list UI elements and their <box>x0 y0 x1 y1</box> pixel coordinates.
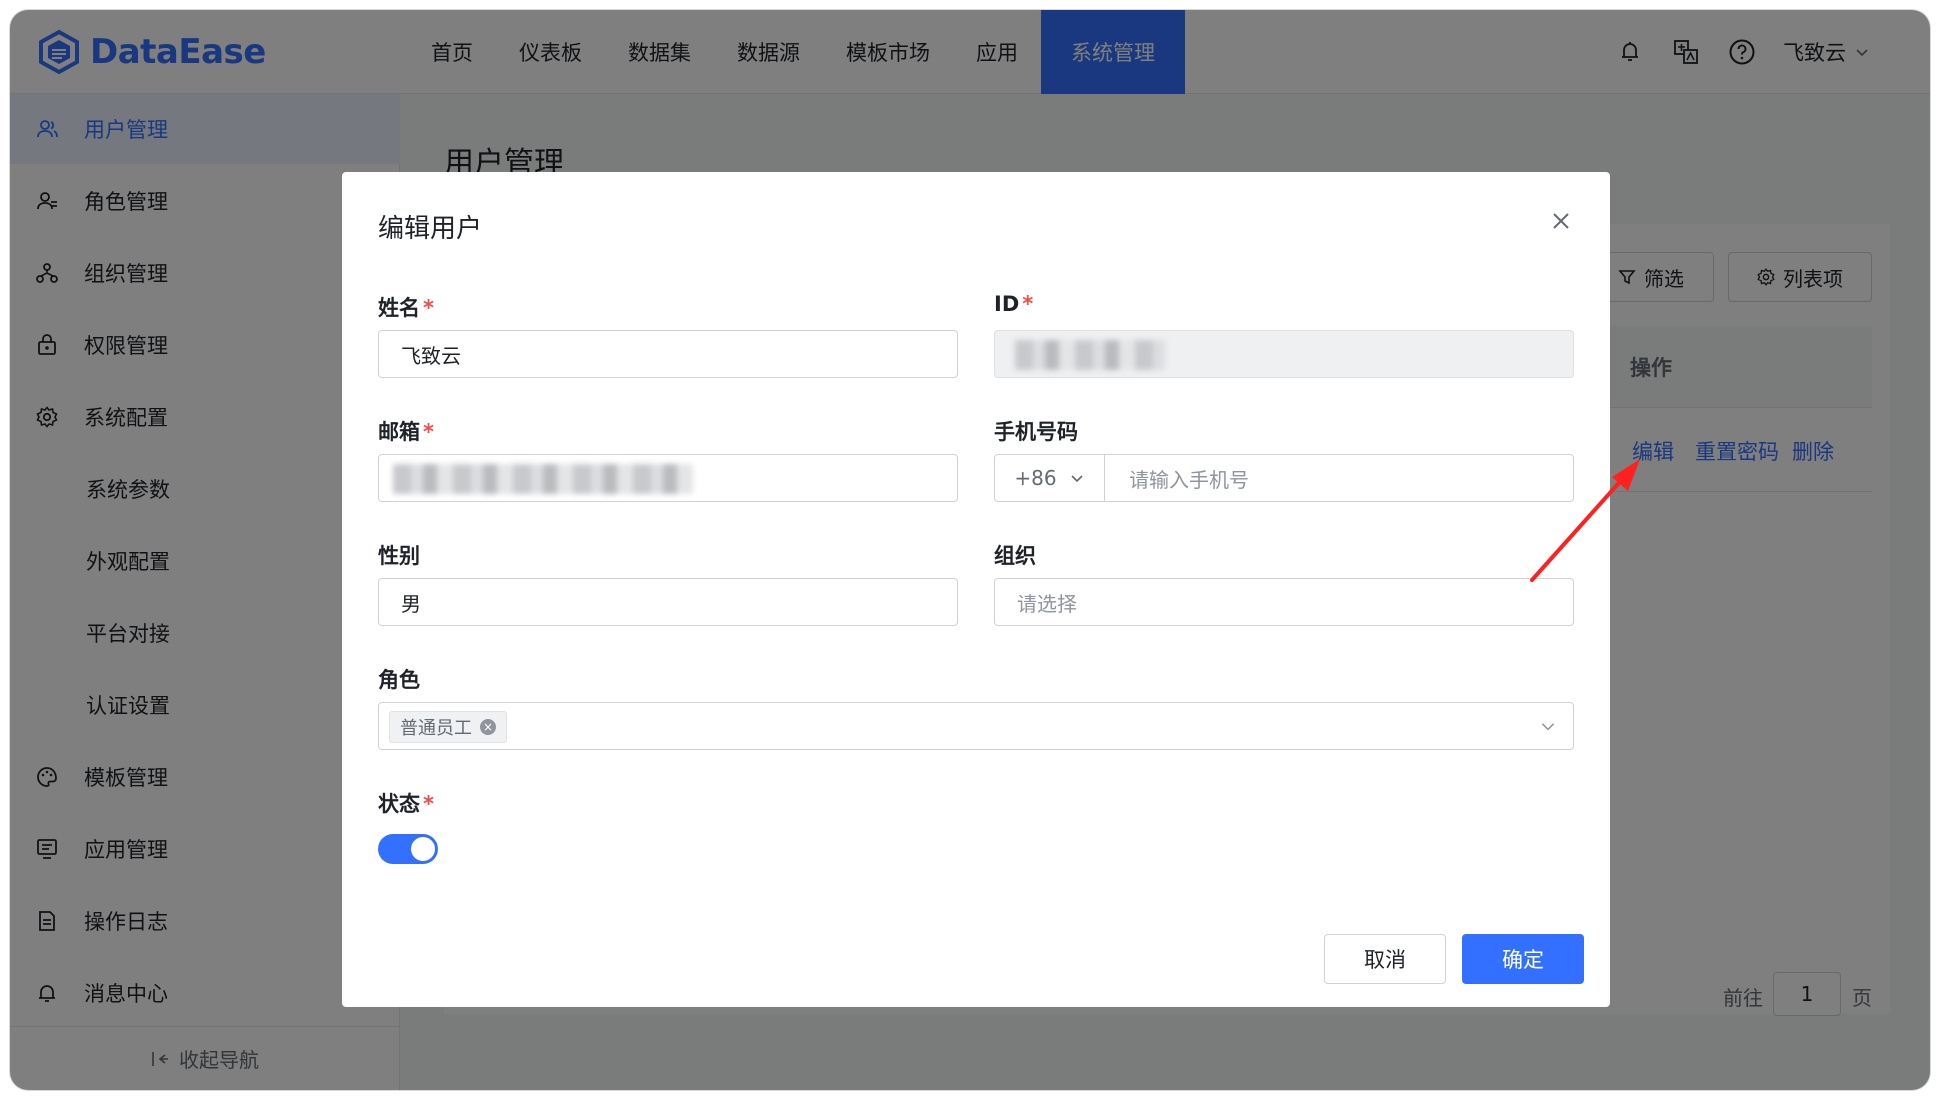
edit-user-dialog: 编辑用户 姓名 * 飞致云 ID * 邮箱 * 手机号码 +86 请输入手机号 性别 <box>342 172 1610 1007</box>
email-field[interactable] <box>378 454 958 502</box>
close-icon[interactable] <box>1548 208 1574 234</box>
role-label: 角色 <box>378 668 420 692</box>
phone-input[interactable]: 请输入手机号 <box>1129 464 1249 493</box>
org-select[interactable]: 请选择 <box>994 578 1574 626</box>
confirm-button[interactable]: 确定 <box>1462 934 1584 984</box>
name-value: 飞致云 <box>401 343 461 368</box>
role-tag: 普通员工 × <box>389 711 507 743</box>
role-tag-label: 普通员工 <box>400 718 472 739</box>
toggle-knob <box>411 837 435 861</box>
phone-field: +86 请输入手机号 <box>994 454 1574 502</box>
redacted-id <box>1015 340 1165 370</box>
country-code-select[interactable]: +86 <box>995 455 1105 501</box>
status-toggle[interactable] <box>378 834 438 864</box>
chevron-down-icon <box>1071 475 1083 483</box>
status-label: 状态 * <box>378 792 434 816</box>
name-field[interactable]: 飞致云 <box>378 330 958 378</box>
role-select[interactable]: 普通员工 × <box>378 702 1574 750</box>
country-code-value: +86 <box>1014 466 1057 490</box>
id-field <box>994 330 1574 378</box>
dialog-title: 编辑用户 <box>378 214 483 244</box>
app-window: DataEase 首页 仪表板 数据集 数据源 模板市场 应用 系统管理 飞致云 <box>10 10 1930 1090</box>
id-label: ID * <box>994 292 1034 316</box>
org-placeholder: 请选择 <box>1017 591 1077 616</box>
phone-label: 手机号码 <box>994 420 1078 444</box>
tag-close-icon[interactable]: × <box>480 719 496 735</box>
email-label: 邮箱 * <box>378 420 434 444</box>
gender-select[interactable]: 男 <box>378 578 958 626</box>
gender-value: 男 <box>401 591 421 616</box>
chevron-down-icon <box>1541 723 1555 731</box>
gender-label: 性别 <box>378 544 420 568</box>
redacted-email <box>393 464 693 494</box>
name-label: 姓名 * <box>378 296 434 320</box>
org-label: 组织 <box>994 544 1036 568</box>
cancel-button[interactable]: 取消 <box>1324 934 1446 984</box>
